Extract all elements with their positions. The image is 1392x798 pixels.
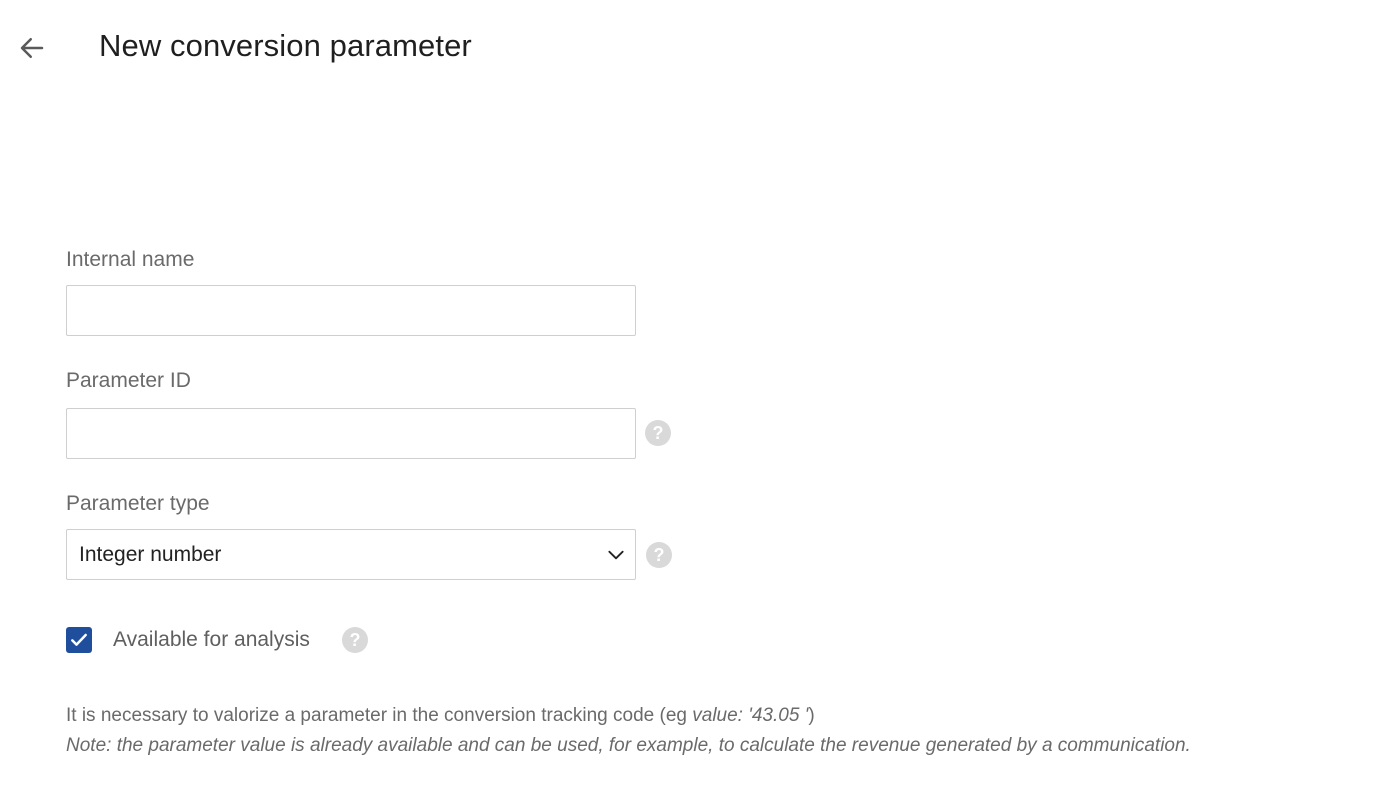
internal-name-input[interactable] [66,285,636,336]
chevron-down-icon [605,544,627,566]
parameter-type-select[interactable]: Integer number [66,529,636,580]
tracking-code-info-suffix: ) [808,705,815,726]
parameter-type-help-icon[interactable]: ? [646,542,672,568]
tracking-code-info: It is necessary to valorize a parameter … [66,705,815,727]
parameter-type-selected-value: Integer number [79,542,222,566]
available-for-analysis-label: Available for analysis [113,628,310,651]
new-conversion-parameter-page: New conversion parameter Internal name P… [0,0,1392,798]
tracking-code-example: value: '43.05 ' [692,705,809,726]
internal-name-label: Internal name [66,248,195,271]
available-for-analysis-help-icon[interactable]: ? [342,627,368,653]
parameter-id-label: Parameter ID [66,369,191,392]
parameter-value-note: Note: the parameter value is already ava… [66,735,1191,756]
checkmark-icon [71,633,87,646]
parameter-id-input[interactable] [66,408,636,459]
page-title: New conversion parameter [99,28,472,63]
back-button[interactable] [14,30,50,66]
available-for-analysis-checkbox[interactable] [66,627,92,653]
parameter-type-label: Parameter type [66,492,210,515]
parameter-id-help-icon[interactable]: ? [645,420,671,446]
arrow-left-icon [20,38,44,58]
tracking-code-info-prefix: It is necessary to valorize a parameter … [66,705,693,726]
